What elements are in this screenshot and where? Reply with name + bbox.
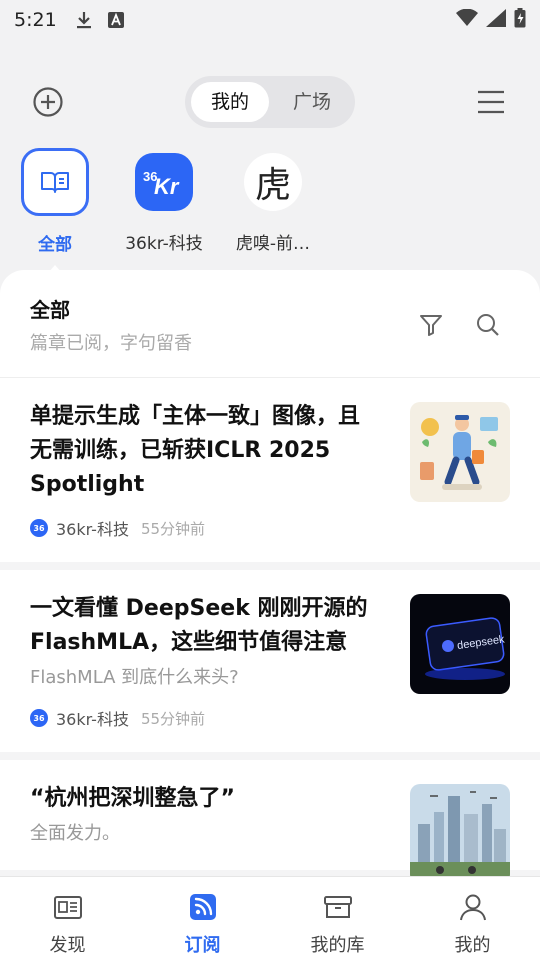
filter-icon [420, 315, 442, 336]
status-time: 5:21 [14, 9, 57, 31]
article-meta: 36 36kr-科技 55分钟前 [30, 706, 375, 730]
36kr-logo: 36 Kr [135, 153, 193, 211]
nav-discover[interactable]: 发现 [0, 877, 135, 960]
newspaper-icon [53, 896, 82, 919]
article-meta: 36 36kr-科技 55分钟前 [30, 516, 375, 540]
huxiu-logo: 虎 [244, 153, 302, 211]
article-summary: FlashMLA 到底什么来头? [30, 667, 239, 688]
plus-circle-icon [33, 87, 63, 117]
article-title: 一文看懂 DeepSeek 刚刚开源的 FlashMLA，这些细节值得注意 [30, 596, 368, 655]
top-header: 我的 广场 [0, 74, 540, 130]
nav-library[interactable]: 我的库 [270, 877, 405, 960]
view-toggle: 我的 广场 [185, 76, 355, 128]
article-item[interactable]: “杭州把深圳整急了” 全面发力。 [0, 760, 540, 876]
36kr-mini-icon: 36 [30, 519, 48, 537]
source-item-36kr[interactable]: 36 Kr 36kr-科技 [109, 148, 219, 254]
article-thumbnail: deepseek [410, 594, 510, 694]
panel-header: 全部 篇章已阅，字句留香 [0, 270, 540, 378]
article-thumbnail [410, 402, 510, 502]
tab-square[interactable]: 广场 [277, 82, 347, 122]
article-time: 55分钟前 [140, 709, 206, 728]
search-icon [477, 314, 499, 336]
book-icon [41, 172, 69, 193]
rss-icon [189, 894, 216, 920]
svg-text:Kr: Kr [154, 174, 180, 197]
source-item-huxiu[interactable]: 虎 虎嗅-前… [218, 148, 328, 254]
panel-title: 全部 [30, 298, 70, 322]
article-title: “杭州把深圳整急了” [30, 786, 235, 811]
article-source: 36kr-科技 [56, 520, 129, 539]
source-logo-all [21, 148, 89, 216]
download-icon [75, 11, 93, 29]
bottom-navigation: 发现 订阅 我的库 我的 [0, 876, 540, 960]
panel-subtitle: 篇章已阅，字句留香 [30, 333, 192, 354]
add-subscription-button[interactable] [32, 86, 64, 118]
wifi-icon [456, 8, 478, 31]
user-icon [459, 894, 486, 921]
search-button[interactable] [475, 312, 501, 338]
nav-label: 发现 [49, 935, 86, 956]
nav-profile[interactable]: 我的 [405, 877, 540, 960]
source-label: 虎嗅-前… [235, 234, 311, 254]
filter-button[interactable] [418, 312, 444, 338]
article-thumbnail [410, 784, 510, 876]
a-notification-icon [107, 11, 125, 29]
source-label: 全部 [38, 235, 72, 255]
article-panel: 全部 篇章已阅，字句留香 单提示生成「主体一致」图像，且无需训练，已斩获ICLR… [0, 270, 540, 876]
source-list: 全部 36 Kr 36kr-科技 虎 虎嗅-前… [0, 148, 540, 273]
nav-label: 我的 [454, 935, 491, 956]
signal-icon [486, 9, 506, 31]
source-label: 36kr-科技 [125, 234, 203, 254]
battery-icon [514, 8, 526, 32]
article-item[interactable]: 一文看懂 DeepSeek 刚刚开源的 FlashMLA，这些细节值得注意 Fl… [0, 570, 540, 760]
source-item-all[interactable]: 全部 [0, 148, 110, 273]
article-item[interactable]: 单提示生成「主体一致」图像，且无需训练，已斩获ICLR 2025 Spotlig… [0, 378, 540, 570]
menu-button[interactable] [476, 88, 506, 116]
status-bar: 5:21 [0, 0, 540, 40]
article-summary: 全面发力。 [30, 823, 120, 844]
article-time: 55分钟前 [140, 519, 206, 538]
huxiu-logo-text: 虎 [254, 165, 291, 206]
nav-label: 我的库 [310, 935, 365, 956]
36kr-mini-icon: 36 [30, 709, 48, 727]
article-source: 36kr-科技 [56, 710, 129, 729]
hamburger-menu-icon [478, 90, 504, 114]
article-title: 单提示生成「主体一致」图像，且无需训练，已斩获ICLR 2025 Spotlig… [30, 404, 361, 497]
nav-label: 订阅 [184, 935, 221, 956]
nav-subscribe[interactable]: 订阅 [135, 877, 270, 960]
tab-mine[interactable]: 我的 [191, 82, 269, 122]
archive-box-icon [323, 896, 352, 918]
